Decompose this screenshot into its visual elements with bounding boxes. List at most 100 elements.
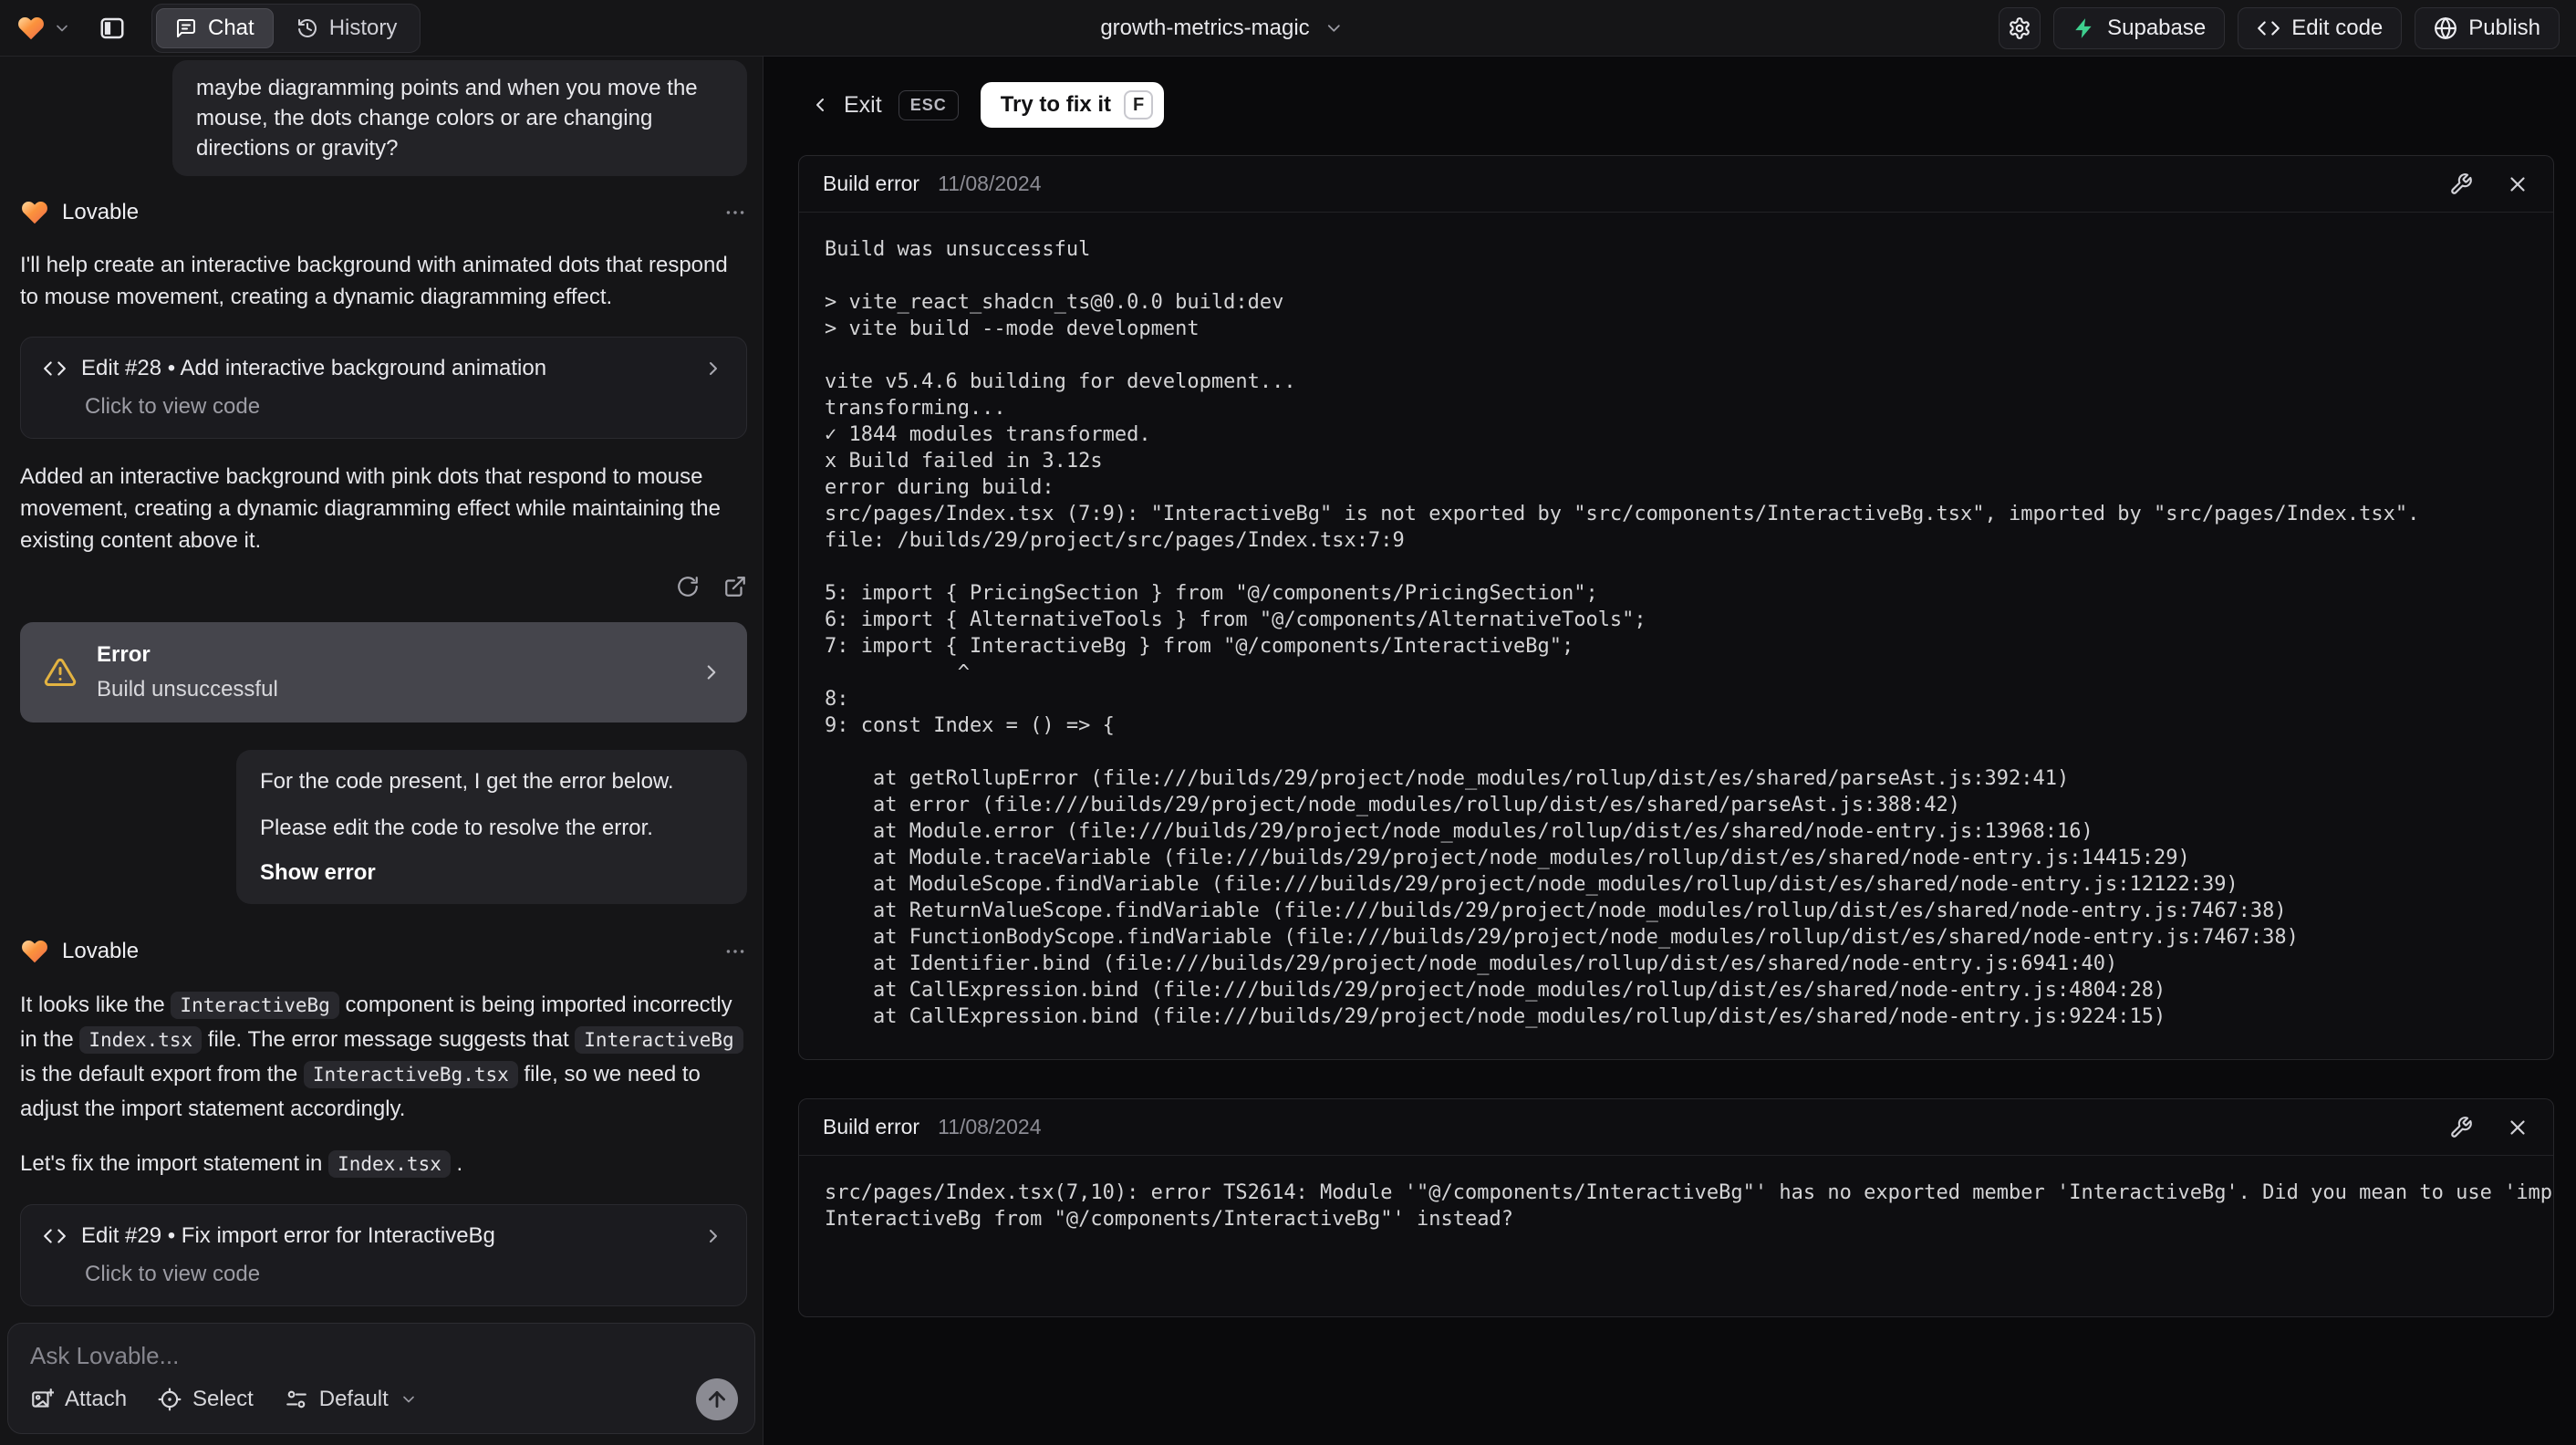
build-error-actions	[2449, 172, 2529, 196]
build-error-header: Build error 11/08/2024	[799, 1099, 2553, 1156]
assistant-paragraph: Let's fix the import statement in Index.…	[20, 1148, 747, 1180]
edit-code-button[interactable]: Edit code	[2238, 6, 2403, 49]
topbar-actions: Supabase Edit code Publish	[1999, 6, 2560, 49]
assistant-paragraph: I'll help create an interactive backgrou…	[20, 253, 728, 309]
supabase-label: Supabase	[2107, 15, 2207, 40]
mode-label: Default	[318, 1387, 389, 1411]
inline-code: Index.tsx	[79, 1026, 203, 1054]
target-icon	[158, 1388, 182, 1411]
chevron-right-icon	[710, 362, 717, 375]
build-error-header: Build error 11/08/2024	[799, 156, 2553, 213]
chat-panel: maybe diagramming points and when you mo…	[0, 57, 763, 1445]
edit-card-28[interactable]: Edit #28 • Add interactive background an…	[20, 337, 747, 439]
attach-label: Attach	[65, 1387, 128, 1411]
close-icon	[2510, 1119, 2525, 1135]
select-button[interactable]: Select	[158, 1387, 254, 1412]
message-menu-button[interactable]	[723, 940, 747, 963]
wrench-icon	[2451, 1116, 2472, 1138]
message-actions	[20, 575, 747, 598]
send-button[interactable]	[696, 1378, 738, 1420]
panel-left-icon	[100, 17, 124, 38]
image-plus-icon	[32, 1388, 54, 1408]
message-square-icon	[177, 18, 195, 37]
exit-button[interactable]: Exit	[809, 92, 882, 119]
chevron-right-icon	[707, 665, 716, 680]
chevron-down-icon	[57, 25, 68, 31]
try-to-fix-button[interactable]: Try to fix it F	[980, 82, 1165, 128]
project-switcher[interactable]: growth-metrics-magic	[1100, 16, 1344, 41]
external-link-icon	[725, 577, 745, 597]
tab-chat-label: Chat	[208, 15, 254, 40]
retry-button[interactable]	[676, 575, 700, 598]
build-error-log: Build was unsuccessful > vite_react_shad…	[825, 238, 2420, 1028]
assistant-message-header: Lovable	[20, 937, 747, 966]
edit-card-subtitle: Click to view code	[85, 1262, 261, 1286]
build-error-actions	[2449, 1116, 2529, 1139]
app-window: Chat History growth-metrics-magic Supaba	[0, 0, 2576, 1445]
error-view-header: Exit ESC Try to fix it F	[809, 82, 2554, 128]
open-preview-button[interactable]	[723, 575, 747, 598]
wrench-icon	[2451, 172, 2472, 194]
settings-button[interactable]	[1999, 6, 2041, 49]
chevron-right-icon	[710, 1230, 717, 1242]
user-message-text: maybe diagramming points and when you mo…	[196, 76, 698, 161]
ellipsis-icon	[726, 950, 744, 953]
supabase-button[interactable]: Supabase	[2053, 6, 2226, 49]
edit-code-label: Edit code	[2291, 15, 2384, 40]
chat-composer: Attach Select Default	[7, 1323, 755, 1434]
publish-button[interactable]: Publish	[2415, 6, 2560, 49]
user-message-line: For the code present, I get the error be…	[260, 769, 674, 794]
message-menu-button[interactable]	[723, 201, 747, 224]
close-button[interactable]	[2506, 1116, 2529, 1139]
text-run: .	[450, 1151, 463, 1176]
edit-card-29[interactable]: Edit #29 • Fix import error for Interact…	[20, 1204, 747, 1306]
lovable-avatar	[22, 940, 47, 963]
show-error-link[interactable]: Show error	[260, 858, 723, 888]
assistant-message-header: Lovable	[20, 198, 747, 227]
build-error-log: src/pages/Index.tsx(7,10): error TS2614:…	[825, 1181, 2553, 1231]
globe-icon	[2435, 16, 2457, 39]
text-run: It looks like the	[20, 993, 171, 1017]
edit-card-title: Edit #29 • Fix import error for Interact…	[81, 1223, 495, 1248]
tab-chat[interactable]: Chat	[156, 7, 274, 48]
build-error-panel-2: Build error 11/08/2024 src/pages/Index.t…	[798, 1098, 2554, 1317]
build-error-title: Build error	[823, 1115, 920, 1138]
ellipsis-icon	[726, 211, 744, 214]
attach-button[interactable]: Attach	[30, 1387, 127, 1412]
lovable-logo-menu[interactable]	[16, 14, 71, 43]
chat-input[interactable]	[30, 1342, 732, 1378]
error-card-subtitle: Build unsuccessful	[97, 677, 278, 702]
sidebar-toggle-button[interactable]	[99, 15, 126, 42]
assistant-name: Lovable	[62, 939, 140, 963]
project-name: growth-metrics-magic	[1100, 15, 1310, 40]
tab-history[interactable]: History	[277, 8, 417, 48]
fix-error-button[interactable]	[2449, 172, 2473, 196]
code-icon	[44, 1229, 66, 1243]
select-label: Select	[192, 1387, 254, 1411]
mode-selector[interactable]: Default	[285, 1387, 418, 1412]
chevron-left-icon	[816, 99, 824, 111]
inline-code: Index.tsx	[328, 1150, 451, 1178]
lovable-avatar	[22, 201, 47, 224]
code-icon	[2258, 20, 2280, 36]
refresh-icon	[678, 577, 698, 597]
assistant-name: Lovable	[62, 200, 140, 224]
close-icon	[2510, 176, 2525, 192]
close-button[interactable]	[2506, 172, 2529, 196]
build-error-date: 11/08/2024	[938, 1115, 1042, 1138]
edit-card-title: Edit #28 • Add interactive background an…	[81, 356, 547, 380]
gear-icon	[2010, 16, 2030, 39]
esc-key-badge: ESC	[898, 89, 959, 120]
error-card[interactable]: Error Build unsuccessful	[20, 622, 747, 722]
tab-history-label: History	[328, 15, 398, 40]
build-error-title: Build error	[823, 172, 920, 195]
text-run: Let's fix the import statement in	[20, 1151, 329, 1176]
user-message: maybe diagramming points and when you mo…	[172, 60, 747, 176]
build-error-panel-1: Build error 11/08/2024 Build was unsucce…	[798, 155, 2554, 1060]
inline-code: InteractiveBg.tsx	[303, 1061, 518, 1088]
edit-card-subtitle: Click to view code	[85, 394, 261, 419]
chevron-down-icon	[402, 1396, 414, 1403]
lovable-heart-icon	[18, 16, 44, 39]
chat-messages: maybe diagramming points and when you mo…	[0, 57, 763, 1314]
fix-error-button[interactable]	[2449, 1116, 2473, 1139]
